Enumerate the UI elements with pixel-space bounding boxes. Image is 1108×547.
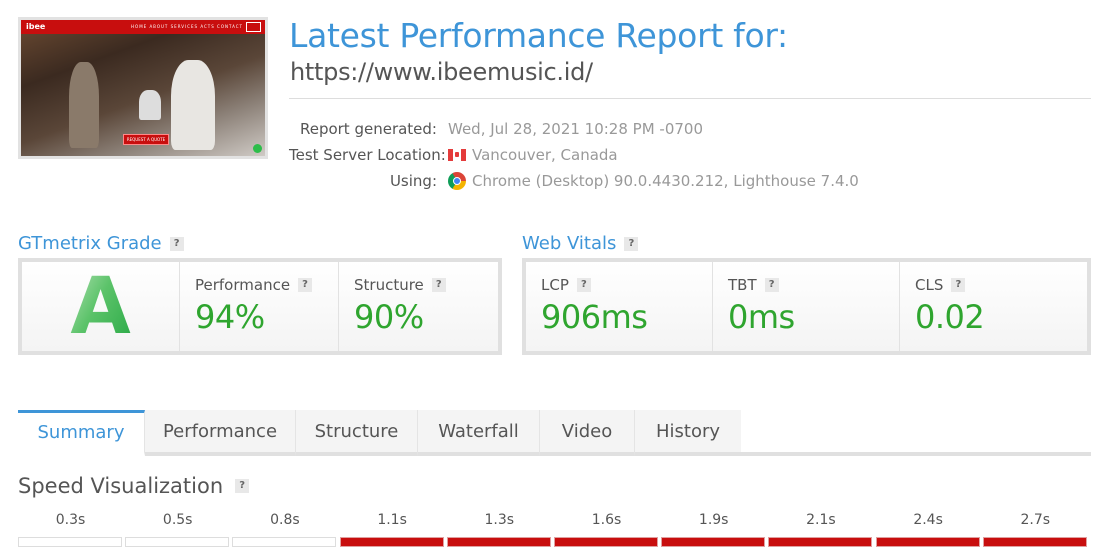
frame-time: 1.3s [484, 512, 515, 528]
divider [289, 98, 1091, 99]
meta-label: Using: [389, 172, 437, 190]
web-vitals-heading: Web Vitals ? [522, 233, 639, 254]
screenshot-logo: ibee [26, 22, 46, 31]
meta-value: Vancouver, Canada [448, 146, 618, 164]
frame-thumbnail [554, 537, 658, 547]
screenshot-figure [171, 60, 215, 150]
meta-location: Test Server Location: Vancouver, Canada [289, 146, 1089, 166]
section-title: Speed Visualization [18, 474, 224, 498]
tab-performance[interactable]: Performance [145, 410, 296, 456]
screenshot-nav-links: HOME ABOUT SERVICES ACTS CONTACT [131, 24, 243, 29]
screenshot-nav-button [246, 22, 261, 32]
tab-structure[interactable]: Structure [296, 410, 418, 456]
grade-letter: A [70, 261, 131, 352]
tbt-label: TBT? [728, 276, 779, 294]
web-vitals-panel: LCP? 906ms TBT? 0ms CLS? 0.02 [522, 258, 1091, 355]
frame-thumbnail [768, 537, 873, 547]
frame-time: 1.6s [591, 512, 622, 528]
help-icon[interactable]: ? [764, 278, 779, 292]
performance-score: 94% [195, 298, 265, 336]
section-title: GTmetrix Grade [18, 233, 162, 254]
frame-thumbnail [982, 537, 1087, 547]
lcp-cell: LCP? 906ms [526, 262, 713, 351]
frame-time: 0.5s [162, 512, 193, 528]
cls-cell: CLS? 0.02 [900, 262, 1087, 351]
help-icon[interactable]: ? [624, 236, 639, 251]
browser-value: Chrome (Desktop) 90.0.4430.212, Lighthou… [472, 172, 859, 190]
structure-cell: Structure? 90% [339, 262, 498, 351]
help-icon[interactable]: ? [431, 278, 446, 292]
frame-time: 0.3s [55, 512, 86, 528]
report-url[interactable]: https://www.ibeemusic.id/ [290, 58, 593, 86]
tab-summary[interactable]: Summary [18, 410, 145, 456]
cls-label: CLS? [915, 276, 966, 294]
tabs-underline [741, 452, 1091, 456]
frame-thumbnail [446, 537, 551, 547]
screenshot-image: ibee HOME ABOUT SERVICES ACTS CONTACT RE… [21, 20, 265, 156]
lcp-label: LCP? [541, 276, 591, 294]
cls-value: 0.02 [915, 298, 985, 336]
meta-using: Using: Chrome (Desktop) 90.0.4430.212, L… [289, 172, 1089, 192]
speed-visualization-heading: Speed Visualization ? [18, 474, 250, 498]
frame-time: 2.1s [806, 512, 836, 528]
performance-label: Performance? [195, 276, 313, 294]
tbt-value: 0ms [728, 298, 795, 336]
frame-thumbnail [18, 537, 122, 547]
canada-flag-icon [448, 149, 466, 161]
help-icon[interactable]: ? [951, 278, 966, 292]
chrome-icon [448, 172, 466, 190]
frame-time: 1.1s [377, 512, 407, 528]
speed-visualization-frames: 0.3s 0.5s 0.8s 1.1s 1.3s 1.6s 1.9s 2.1s 2.4s 2.7s [18, 512, 1108, 547]
report-date: Wed, Jul 28, 2021 10:28 PM -0700 [448, 120, 704, 138]
frame-thumbnail [875, 537, 980, 547]
meta-value: Wed, Jul 28, 2021 10:28 PM -0700 [448, 120, 703, 138]
frame-time: 1.9s [698, 512, 729, 528]
frame-thumbnail [661, 537, 766, 547]
whatsapp-icon [253, 144, 262, 153]
gtmetrix-grade-panel: A Performance? 94% Structure? 90% [18, 258, 502, 355]
frame-time: 2.4s [913, 512, 943, 528]
meta-label: Test Server Location: [289, 146, 446, 164]
gtmetrix-grade-heading: GTmetrix Grade ? [18, 233, 184, 254]
frame-thumbnail [232, 537, 337, 547]
grade-cell: A [22, 261, 180, 352]
tbt-cell: TBT? 0ms [713, 262, 900, 351]
help-icon[interactable]: ? [576, 278, 591, 292]
help-icon[interactable]: ? [169, 236, 184, 251]
screenshot-figure [69, 62, 99, 148]
tab-video[interactable]: Video [540, 410, 635, 456]
page-title: Latest Performance Report for: [289, 16, 788, 55]
tab-waterfall[interactable]: Waterfall [418, 410, 540, 456]
screenshot-cta: REQUEST A QUOTE [123, 134, 169, 145]
frame-time: 0.8s [270, 512, 300, 528]
lcp-value: 906ms [541, 298, 648, 336]
screenshot-figure [139, 90, 161, 120]
structure-score: 90% [354, 298, 424, 336]
screenshot-navbar: ibee HOME ABOUT SERVICES ACTS CONTACT [21, 20, 265, 34]
meta-report-generated: Report generated: Wed, Jul 28, 2021 10:2… [289, 120, 1089, 140]
page-screenshot-thumbnail[interactable]: ibee HOME ABOUT SERVICES ACTS CONTACT RE… [18, 17, 268, 159]
meta-label: Report generated: [299, 120, 437, 138]
help-icon[interactable]: ? [235, 479, 250, 493]
frame-time: 2.7s [1020, 512, 1051, 528]
report-tabs: Summary Performance Structure Waterfall … [18, 410, 741, 456]
section-title: Web Vitals [522, 233, 617, 254]
location-value: Vancouver, Canada [472, 146, 618, 164]
meta-value: Chrome (Desktop) 90.0.4430.212, Lighthou… [448, 172, 859, 190]
frame-thumbnail [339, 537, 444, 547]
frame-thumbnail [125, 537, 230, 547]
structure-label: Structure? [354, 276, 446, 294]
performance-cell: Performance? 94% [180, 262, 339, 351]
help-icon[interactable]: ? [298, 278, 313, 292]
tab-history[interactable]: History [635, 410, 741, 456]
